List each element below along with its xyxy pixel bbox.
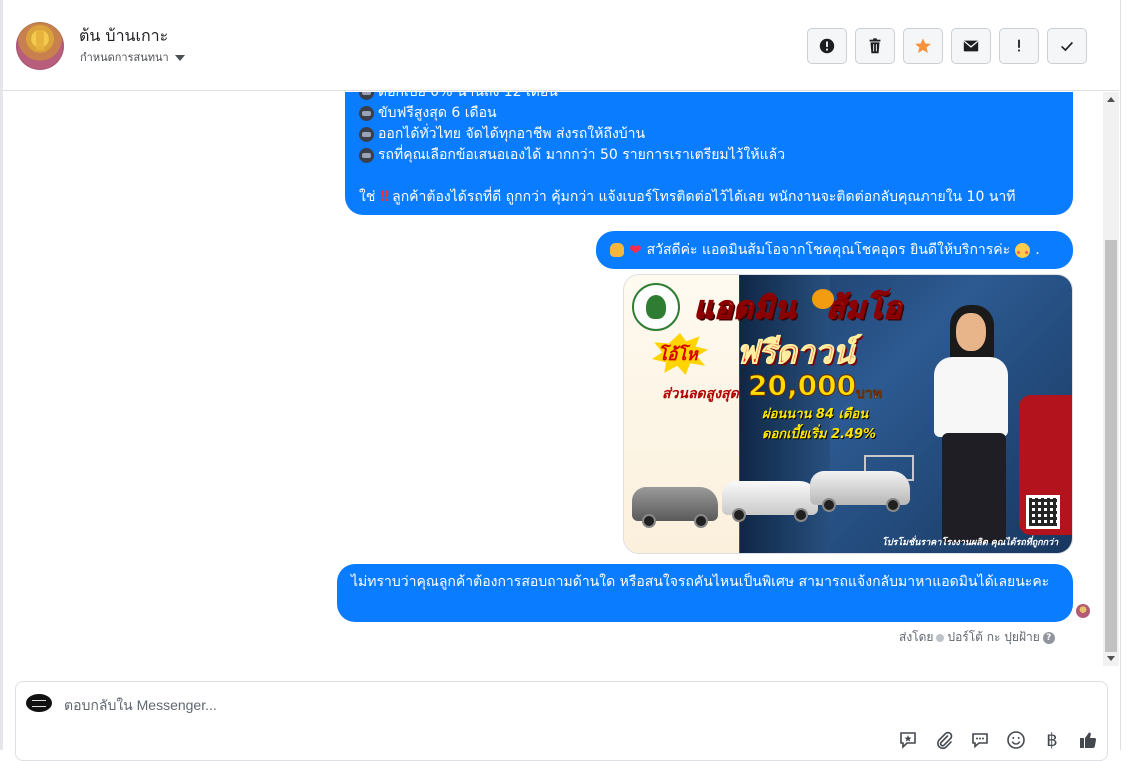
message-text: ดอกเบี้ย 0% นานถึง 12 เดือน xyxy=(378,92,558,100)
promo-discount-amount: 20,000 xyxy=(747,369,857,403)
message-text: สวัสดีค่ะ แอดมินส้มโอจากโชคคุณโชคอุดร ยิ… xyxy=(646,241,1011,258)
message-text: ไม่ทราบว่าคุณลูกค้าต้องการสอบถามด้านใด ห… xyxy=(351,574,1050,590)
delete-button[interactable] xyxy=(855,28,895,64)
message-text: ออกได้ทั่วไทย จัดได้ทุกอาชีพ ส่งรถให้ถึง… xyxy=(378,126,646,142)
star-button[interactable] xyxy=(903,28,943,64)
smiling-face-hearts-icon xyxy=(1015,242,1031,258)
scrollbar-thumb[interactable] xyxy=(1105,240,1117,652)
conversation-header: ต้น บ้านเกาะ กำหนดการสนทนา xyxy=(3,0,1119,91)
sent-by-label: ส่งโดย xyxy=(899,630,934,644)
message-line: ออกได้ทั่วไทย จัดได้ทุกอาชีพ ส่งรถให้ถึง… xyxy=(359,124,1059,145)
composer-tools: ฿ xyxy=(896,728,1100,752)
promo-caption: โปรโมชั่นราคาโรงงานผลิต คุณได้รถที่ถูกกว… xyxy=(882,538,1059,548)
message-text: ขับฟรีสูงสุด 6 เดือน xyxy=(378,105,497,121)
car-emoji-icon xyxy=(359,148,374,163)
promo-model-figure xyxy=(914,305,1024,553)
envelope-icon xyxy=(963,40,979,52)
smiley-icon xyxy=(1007,731,1025,749)
alert-circle-icon xyxy=(819,38,835,54)
message-text: . xyxy=(1035,241,1040,258)
message-text: ใช่ xyxy=(359,189,376,205)
contact-name[interactable]: ต้น บ้านเกาะ xyxy=(79,24,168,49)
message-bubble-promo: ดอกเบี้ย 0% นานถึง 12 เดือน ขับฟรีสูงสุด… xyxy=(345,92,1073,215)
window-right-edge xyxy=(1120,0,1134,750)
quick-reply-button[interactable] xyxy=(968,728,992,752)
sent-by-line: ส่งโดย ปอร์โต้ กะ ปุยฝ้าย ? xyxy=(899,628,1055,647)
double-exclamation-icon: !! xyxy=(379,189,390,205)
message-thread[interactable]: ดอกเบี้ย 0% นานถึง 12 เดือน ขับฟรีสูงสุด… xyxy=(3,92,1103,666)
seen-avatar xyxy=(1076,604,1090,618)
pickup-car-image xyxy=(722,481,818,522)
promo-currency: บาท xyxy=(856,386,882,403)
attach-button[interactable] xyxy=(932,728,956,752)
message-bubble-question: ไม่ทราบว่าคุณลูกค้าต้องการสอบถามด้านใด ห… xyxy=(337,564,1073,622)
email-button[interactable] xyxy=(951,28,991,64)
promo-image[interactable]: แอดมิน ส้มโอ โอ้โห ฟรีดาวน์ ส่วนลดสูงสุด … xyxy=(623,274,1073,554)
message-line: ขับฟรีสูงสุด 6 เดือน xyxy=(359,103,1059,124)
saved-reply-button[interactable] xyxy=(896,728,920,752)
star-icon xyxy=(915,38,931,54)
promo-installment: ผ่อนนาน 84 เดือน xyxy=(762,407,869,422)
qr-code xyxy=(1026,495,1060,529)
paperclip-icon xyxy=(937,731,953,750)
dealer-logo xyxy=(632,283,680,331)
emoji-button[interactable] xyxy=(1004,728,1028,752)
message-text: รถที่คุณเลือกข้อเสนอเองได้ มากกว่า 50 รา… xyxy=(378,147,786,163)
trash-icon xyxy=(869,38,881,54)
car-emoji-icon xyxy=(359,92,374,100)
message-line: ดอกเบี้ย 0% นานถึง 12 เดือน xyxy=(359,92,1059,103)
header-actions xyxy=(807,28,1087,64)
message-line: รถที่คุณเลือกข้อเสนอเองได้ มากกว่า 50 รา… xyxy=(359,145,1059,166)
message-text: ลูกค้าต้องได้รถที่ดี ถูกกว่า คุ้มกว่า แจ… xyxy=(392,189,1016,205)
reply-input[interactable] xyxy=(64,694,864,716)
mark-spam-button[interactable] xyxy=(807,28,847,64)
thumbs-up-icon xyxy=(1080,732,1097,748)
promo-title: แอดมิน ส้มโอ xyxy=(693,290,903,327)
car-emoji-icon xyxy=(359,106,374,121)
baht-icon: ฿ xyxy=(1046,729,1058,751)
message-line: ใช่!! ลูกค้าต้องได้รถที่ดี ถูกกว่า คุ้มกว… xyxy=(359,187,1059,208)
sent-by-name[interactable]: ปอร์โต้ กะ ปุยฝ้าย xyxy=(947,628,1039,647)
thread-scrollbar[interactable] xyxy=(1103,92,1119,666)
exclamation-icon xyxy=(1018,39,1020,52)
scroll-down-arrow[interactable] xyxy=(1107,656,1115,661)
promo-interest: ดอกเบี้ยเริ่ม 2.49% xyxy=(762,427,877,442)
chat-bubble-icon xyxy=(972,733,988,749)
chevron-down-icon xyxy=(174,54,185,61)
orange-fruit-icon xyxy=(812,289,834,309)
conversation-status-label: กำหนดการสนทนา xyxy=(80,51,169,64)
sedan-car-image xyxy=(632,487,718,528)
car-emoji-icon xyxy=(359,127,374,142)
verified-icon xyxy=(936,633,945,642)
heart-icon: ❤ xyxy=(629,240,642,259)
folded-hands-icon xyxy=(610,243,624,257)
payment-button[interactable]: ฿ xyxy=(1040,728,1064,752)
pickup-cage-car-image xyxy=(810,471,910,512)
promo-burst-text: โอ้โห xyxy=(658,345,698,365)
scroll-up-arrow[interactable] xyxy=(1107,97,1115,102)
mark-done-button[interactable] xyxy=(1047,28,1087,64)
check-icon xyxy=(1061,41,1073,52)
reply-composer: ฿ xyxy=(15,681,1108,761)
message-bubble-greeting: ❤ สวัสดีค่ะ แอดมินส้มโอจากโชคคุณโชคอุดร … xyxy=(596,231,1073,269)
promo-discount-label: ส่วนลดสูงสุด xyxy=(662,386,739,402)
contact-avatar[interactable] xyxy=(16,22,64,70)
conversation-status-dropdown[interactable]: กำหนดการสนทนา xyxy=(80,48,185,66)
help-icon[interactable]: ? xyxy=(1042,631,1055,644)
like-button[interactable] xyxy=(1076,728,1100,752)
mark-important-button[interactable] xyxy=(999,28,1039,64)
saved-reply-icon xyxy=(900,732,916,749)
page-avatar xyxy=(26,694,52,712)
